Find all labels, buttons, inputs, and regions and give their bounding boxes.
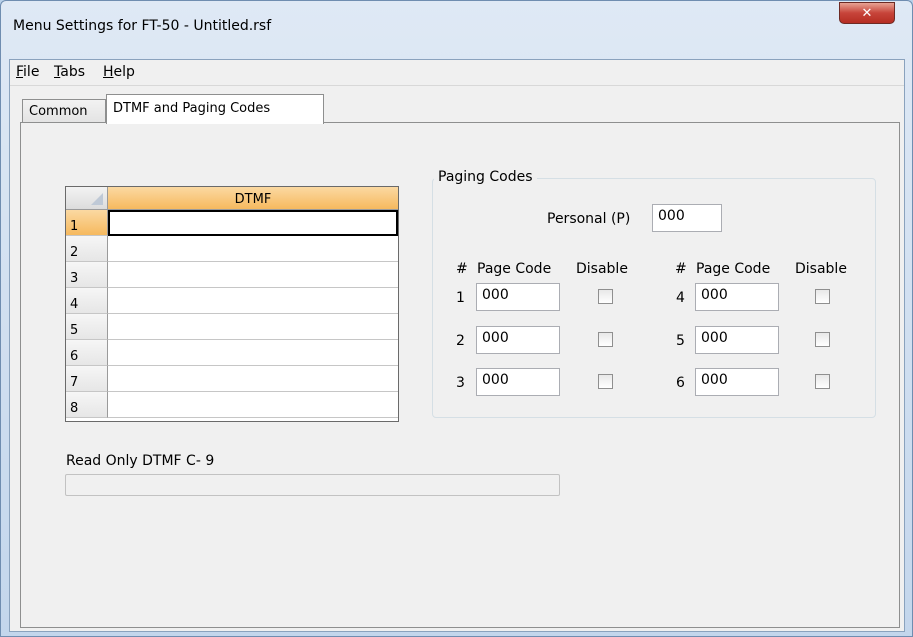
menu-file-label: ile [23,64,40,80]
col-hash-left: # [456,261,468,277]
title-bar[interactable]: Menu Settings for FT-50 - Untitled.rsf ✕ [1,1,912,53]
disable-checkbox[interactable] [598,289,613,304]
grid-row-header[interactable]: 5 [66,314,108,340]
disable-checkbox[interactable] [815,289,830,304]
corner-triangle-icon [91,193,103,205]
page-code-num: 4 [676,290,685,306]
dtmf-cell[interactable] [108,392,398,418]
menu-bar: File Tabs Help [10,60,904,86]
grid-row-header[interactable]: 6 [66,340,108,366]
disable-checkbox[interactable] [598,374,613,389]
client-area: File Tabs Help Common DTMF and Paging Co… [9,59,905,632]
col-disable-right: Disable [795,261,847,277]
page-code-input[interactable]: 000 [695,326,779,354]
app-window: Menu Settings for FT-50 - Untitled.rsf ✕… [0,0,913,637]
menu-file-mnemonic: F [16,64,24,80]
paging-codes-group-title: Paging Codes [434,169,537,185]
page-code-num: 5 [676,333,685,349]
disable-checkbox[interactable] [815,374,830,389]
grid-row-header[interactable]: 3 [66,262,108,288]
window-title: Menu Settings for FT-50 - Untitled.rsf [13,18,272,34]
tab-dtmf-paging-label: DTMF and Paging Codes [113,101,271,116]
dtmf-cell[interactable] [108,210,398,236]
dtmf-cell[interactable] [108,262,398,288]
menu-help[interactable]: Help [103,64,135,80]
page-code-input[interactable]: 000 [476,283,560,311]
page-code-input[interactable]: 000 [476,326,560,354]
page-code-input[interactable]: 000 [695,368,779,396]
col-page-code-left: Page Code [477,261,552,277]
col-page-code-right: Page Code [696,261,771,277]
page-code-num: 6 [676,375,685,391]
read-only-dtmf-field [65,474,560,496]
menu-tabs[interactable]: Tabs [54,64,85,80]
dtmf-grid: DTMF 1 2 3 4 5 6 7 8 [65,186,399,422]
dtmf-cell[interactable] [108,236,398,262]
personal-code-label: Personal (P) [547,211,631,227]
grid-row-header[interactable]: 4 [66,288,108,314]
tab-dtmf-paging[interactable]: DTMF and Paging Codes [106,94,324,124]
tab-common[interactable]: Common [22,99,106,123]
close-button[interactable]: ✕ [839,2,895,24]
col-hash-right: # [675,261,687,277]
page-code-num: 3 [456,375,465,391]
dtmf-cell[interactable] [108,366,398,392]
dtmf-cell[interactable] [108,314,398,340]
grid-row-header[interactable]: 8 [66,392,108,418]
menu-help-mnemonic: H [103,64,114,80]
grid-row-header[interactable]: 2 [66,236,108,262]
grid-column-header-dtmf[interactable]: DTMF [108,187,398,210]
dtmf-cell[interactable] [108,288,398,314]
personal-code-input[interactable]: 000 [652,204,722,232]
tab-common-label: Common [29,104,88,119]
menu-file[interactable]: File [16,64,39,80]
disable-checkbox[interactable] [598,332,613,347]
grid-select-all-corner[interactable] [66,187,108,210]
close-icon: ✕ [861,5,873,21]
menu-help-label: elp [113,64,135,80]
grid-row-header[interactable]: 1 [66,210,108,236]
page-code-input[interactable]: 000 [695,283,779,311]
read-only-dtmf-label: Read Only DTMF C- 9 [66,453,215,469]
page-code-num: 2 [456,333,465,349]
page-code-input[interactable]: 000 [476,368,560,396]
page-code-num: 1 [456,290,465,306]
grid-row-header[interactable]: 7 [66,366,108,392]
disable-checkbox[interactable] [815,332,830,347]
dtmf-cell[interactable] [108,340,398,366]
col-disable-left: Disable [576,261,628,277]
menu-tabs-label: abs [60,64,85,80]
